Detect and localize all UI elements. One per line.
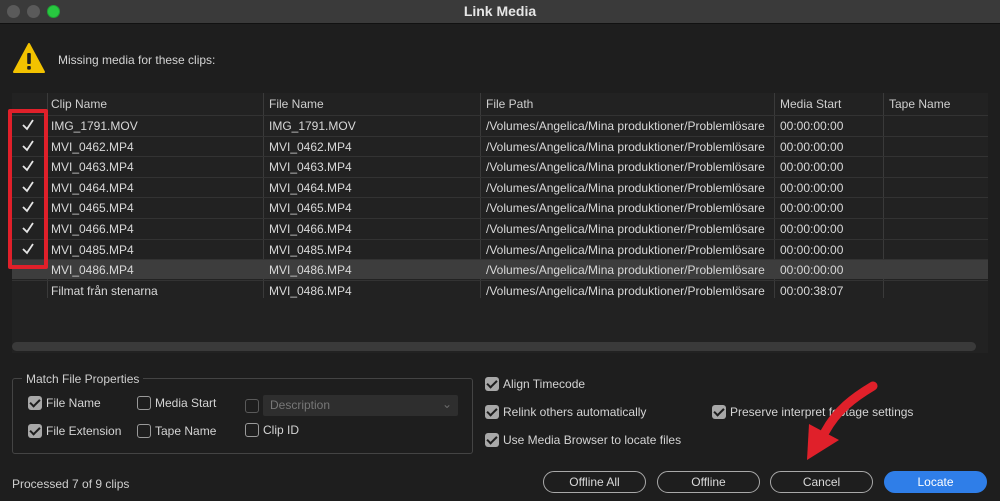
- description-checkbox[interactable]: [245, 399, 259, 413]
- match-file-properties-group: [12, 378, 473, 454]
- cancel-button[interactable]: Cancel: [770, 471, 873, 493]
- file-extension-checkbox[interactable]: [28, 424, 42, 438]
- description-dropdown-value: Description: [270, 398, 331, 412]
- cell-start: 00:00:00:00: [780, 160, 844, 175]
- align-timecode-label: Align Timecode: [503, 377, 586, 391]
- cell-file: MVI_0465.MP4: [269, 201, 352, 216]
- cell-start: 00:00:00:00: [780, 180, 844, 195]
- column-header-tape-name[interactable]: Tape Name: [889, 97, 950, 111]
- table-row[interactable]: MVI_0466.MP4 MVI_0466.MP4/Volumes/Angelic…: [12, 218, 988, 238]
- missing-media-message: Missing media for these clips:: [58, 53, 216, 67]
- chevron-down-icon: ⌄: [441, 397, 452, 411]
- annotation-highlight-box: [8, 109, 48, 269]
- media-start-checkbox[interactable]: [137, 396, 151, 410]
- annotation-arrow-icon: [807, 381, 878, 460]
- clips-table[interactable]: Clip Name File Name File Path Media Star…: [12, 93, 988, 353]
- cell-file: IMG_1791.MOV: [269, 119, 356, 133]
- cell-file: MVI_0462.MP4: [269, 139, 352, 154]
- file-name-checkbox[interactable]: [28, 396, 42, 410]
- table-row[interactable]: IMG_1791.MOV IMG_1791.MOV/Volumes/Angelic…: [12, 115, 988, 135]
- cell-file: MVI_0486.MP4: [269, 263, 352, 278]
- table-row[interactable]: Filmat från stenarna MVI_0486.MP4/Volumes…: [12, 279, 988, 300]
- cell-clip: MVI_0466.MP4: [51, 222, 134, 236]
- clip-id-checkbox[interactable]: [245, 423, 259, 437]
- cell-clip: MVI_0485.MP4: [51, 242, 134, 257]
- cell-path: /Volumes/Angelica/Mina produktioner/Prob…: [486, 222, 765, 236]
- tape-name-label: Tape Name: [155, 424, 217, 438]
- cell-start: 00:00:00:00: [780, 119, 844, 133]
- column-header-media-start[interactable]: Media Start: [780, 97, 841, 111]
- offline-button[interactable]: Offline: [657, 471, 760, 493]
- media-start-label: Media Start: [155, 396, 217, 410]
- cell-file: MVI_0466.MP4: [269, 222, 352, 236]
- cell-clip: MVI_0465.MP4: [51, 201, 134, 216]
- cell-clip: MVI_0464.MP4: [51, 180, 134, 195]
- cell-start: 00:00:38:07: [780, 283, 844, 298]
- window-title: Link Media: [463, 3, 537, 19]
- title-bar: Link Media: [0, 0, 1000, 24]
- cell-path: /Volumes/Angelica/Mina produktioner/Prob…: [486, 119, 765, 133]
- cell-clip: IMG_1791.MOV: [51, 119, 138, 133]
- cell-clip: MVI_0462.MP4: [51, 139, 134, 154]
- preserve-interpret-checkbox[interactable]: [712, 405, 726, 419]
- cell-path: /Volumes/Angelica/Mina produktioner/Prob…: [486, 180, 765, 195]
- cell-path: /Volumes/Angelica/Mina produktioner/Prob…: [486, 139, 765, 154]
- cell-start: 00:00:00:00: [780, 139, 844, 154]
- column-header-file-path[interactable]: File Path: [486, 97, 533, 111]
- align-timecode-checkbox[interactable]: [485, 377, 499, 391]
- description-dropdown[interactable]: Description ⌄: [263, 395, 458, 416]
- match-file-properties-title: Match File Properties: [22, 372, 144, 386]
- use-media-browser-checkbox[interactable]: [485, 433, 499, 447]
- cell-start: 00:00:00:00: [780, 201, 844, 216]
- cell-path: /Volumes/Angelica/Mina produktioner/Prob…: [486, 242, 765, 257]
- clip-id-label: Clip ID: [263, 423, 300, 437]
- warning-icon: [13, 43, 45, 73]
- file-name-label: File Name: [46, 396, 101, 410]
- file-extension-label: File Extension: [46, 424, 122, 438]
- cell-file: MVI_0464.MP4: [269, 180, 352, 195]
- table-row[interactable]: MVI_0464.MP4 MVI_0464.MP4/Volumes/Angelic…: [12, 176, 988, 197]
- cell-start: 00:00:00:00: [780, 222, 844, 236]
- horizontal-scrollbar[interactable]: [12, 342, 976, 351]
- locate-button[interactable]: Locate: [884, 471, 987, 493]
- table-row[interactable]: MVI_0465.MP4 MVI_0465.MP4/Volumes/Angelic…: [12, 197, 988, 217]
- table-header: Clip Name File Name File Path Media Star…: [12, 93, 988, 115]
- status-text: Processed 7 of 9 clips: [12, 477, 130, 491]
- cell-path: /Volumes/Angelica/Mina produktioner/Prob…: [486, 201, 765, 216]
- cell-clip: Filmat från stenarna: [51, 283, 158, 298]
- cell-path: /Volumes/Angelica/Mina produktioner/Prob…: [486, 283, 765, 298]
- cell-file: MVI_0485.MP4: [269, 242, 352, 257]
- cell-file: MVI_0486.MP4: [269, 283, 352, 298]
- offline-all-button[interactable]: Offline All: [543, 471, 646, 493]
- cell-clip: MVI_0463.MP4: [51, 160, 134, 175]
- table-row[interactable]: MVI_0486.MP4 MVI_0486.MP4/Volumes/Angelic…: [12, 259, 988, 280]
- table-row[interactable]: MVI_0462.MP4 MVI_0462.MP4/Volumes/Angelic…: [12, 135, 988, 156]
- table-row[interactable]: MVI_0463.MP4 MVI_0463.MP4/Volumes/Angelic…: [12, 156, 988, 176]
- relink-others-label: Relink others automatically: [503, 405, 647, 419]
- cell-clip: MVI_0486.MP4: [51, 263, 134, 278]
- tape-name-checkbox[interactable]: [137, 424, 151, 438]
- relink-others-checkbox[interactable]: [485, 405, 499, 419]
- column-header-clip-name[interactable]: Clip Name: [51, 97, 107, 111]
- use-media-browser-label: Use Media Browser to locate files: [503, 433, 682, 447]
- table-row[interactable]: MVI_0485.MP4 MVI_0485.MP4/Volumes/Angelic…: [12, 238, 988, 259]
- cell-start: 00:00:00:00: [780, 263, 844, 278]
- column-header-file-name[interactable]: File Name: [269, 97, 324, 111]
- cell-start: 00:00:00:00: [780, 242, 844, 257]
- cell-path: /Volumes/Angelica/Mina produktioner/Prob…: [486, 160, 765, 175]
- cell-path: /Volumes/Angelica/Mina produktioner/Prob…: [486, 263, 765, 278]
- cell-file: MVI_0463.MP4: [269, 160, 352, 175]
